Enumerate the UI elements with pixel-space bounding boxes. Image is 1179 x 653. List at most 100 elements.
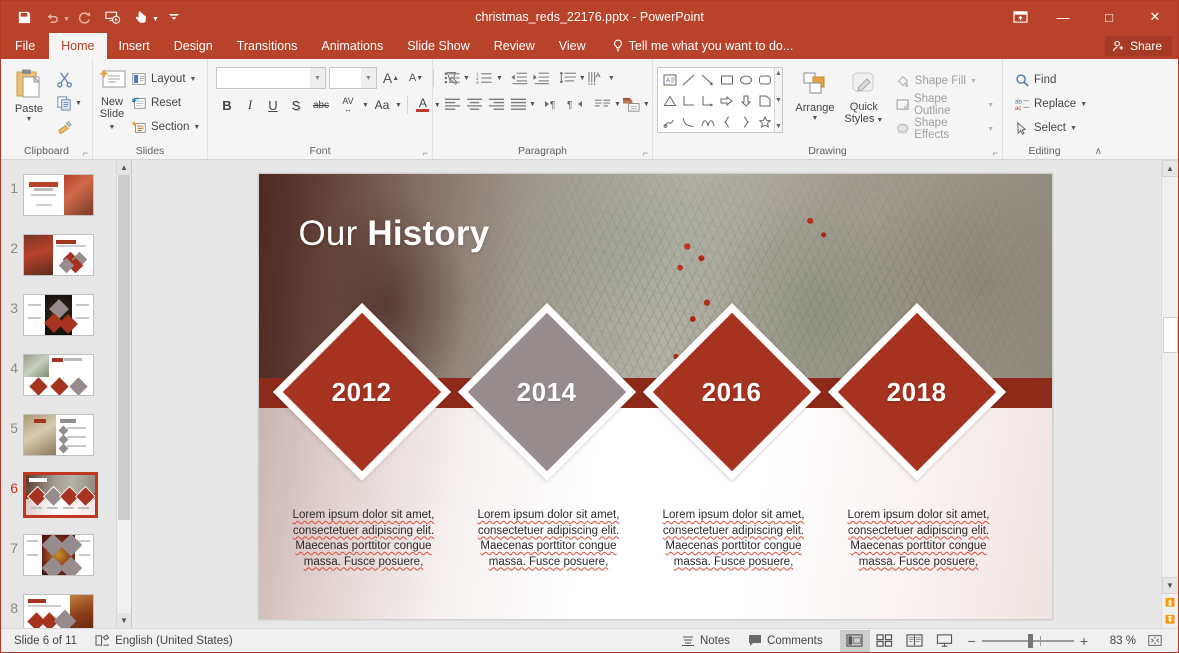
text-shadow-button[interactable]: S — [285, 94, 307, 116]
font-dialog-launcher-icon[interactable]: ⌐ — [423, 145, 428, 161]
paragraph-dialog-launcher-icon[interactable]: ⌐ — [643, 145, 648, 161]
shape-right-arrow-icon[interactable] — [717, 90, 736, 111]
zoom-in-button[interactable]: + — [1080, 633, 1088, 649]
align-right-button[interactable] — [485, 93, 507, 115]
slide-thumbnail-5[interactable] — [23, 414, 94, 456]
center-button[interactable] — [463, 93, 485, 115]
shape-arc-icon[interactable] — [698, 111, 717, 132]
line-spacing-button[interactable] — [557, 67, 579, 89]
tab-review[interactable]: Review — [482, 33, 547, 59]
list-item[interactable]: 1 — [1, 166, 131, 226]
find-button[interactable]: Find — [1011, 68, 1060, 92]
language-status[interactable]: English (United States) — [86, 630, 242, 652]
shape-outline-dropdown-icon[interactable]: ▼ — [987, 102, 994, 109]
scrollbar-handle[interactable] — [1162, 317, 1178, 353]
quick-styles-dropdown-icon[interactable]: ▼ — [874, 117, 883, 124]
decrease-indent-button[interactable] — [508, 67, 530, 89]
slide-thumbnail-8[interactable] — [23, 594, 94, 628]
text-direction-dropdown-icon[interactable]: ▼ — [608, 75, 615, 82]
character-spacing-button[interactable]: AV ↔ — [335, 94, 361, 116]
slide-counter[interactable]: Slide 6 of 11 — [5, 630, 86, 652]
gallery-expand-icon[interactable]: ▼ — [775, 123, 782, 130]
slide-show-view-button[interactable] — [930, 630, 960, 652]
redo-icon[interactable] — [72, 5, 98, 29]
increase-indent-button[interactable] — [530, 67, 552, 89]
tab-design[interactable]: Design — [162, 33, 225, 59]
shape-scribble-icon[interactable] — [660, 111, 679, 132]
shape-effects-dropdown-icon[interactable]: ▼ — [987, 126, 994, 133]
zoom-slider-control[interactable]: − + — [960, 633, 1096, 649]
undo-dropdown-icon[interactable]: ▼ — [63, 16, 70, 23]
notes-button[interactable]: Notes — [672, 630, 739, 652]
fit-slide-to-window-button[interactable] — [1140, 630, 1170, 652]
list-item[interactable]: 6 — [1, 466, 131, 526]
collapse-ribbon-button[interactable]: ∧ — [1095, 146, 1102, 157]
shape-gallery[interactable]: A ▲ ▼ ▼ — [657, 67, 783, 133]
tab-file[interactable]: File — [1, 33, 49, 59]
shape-left-brace-icon[interactable] — [717, 111, 736, 132]
tab-slide-show[interactable]: Slide Show — [395, 33, 482, 59]
line-spacing-dropdown-icon[interactable]: ▼ — [579, 75, 586, 82]
zoom-out-button[interactable]: − — [968, 633, 976, 649]
ltr-button[interactable]: ¶ — [542, 93, 564, 115]
slide-thumbnail-3[interactable] — [23, 294, 94, 336]
shape-oval-icon[interactable] — [736, 69, 755, 90]
start-from-beginning-icon[interactable] — [100, 5, 126, 29]
smartart-dropdown-icon[interactable]: ▼ — [643, 101, 650, 108]
tab-transitions[interactable]: Transitions — [225, 33, 310, 59]
milestone-caption-2012[interactable]: Lorem ipsum dolor sit amet, consectetuer… — [284, 508, 444, 570]
character-spacing-dropdown-icon[interactable]: ▼ — [362, 102, 369, 109]
format-painter-button[interactable] — [53, 116, 75, 138]
bullets-button[interactable] — [441, 67, 463, 89]
decrease-font-size-button[interactable]: A ▼ — [405, 67, 427, 89]
shape-down-arrow-icon[interactable] — [736, 90, 755, 111]
list-item[interactable]: 2 — [1, 226, 131, 286]
tab-insert[interactable]: Insert — [107, 33, 162, 59]
bullets-dropdown-icon[interactable]: ▼ — [463, 75, 470, 82]
next-slide-button[interactable]: ⏬ — [1162, 611, 1179, 628]
shape-elbow-connector-icon[interactable] — [679, 90, 698, 111]
align-left-button[interactable] — [441, 93, 463, 115]
gallery-scroll-up-icon[interactable]: ▲ — [775, 70, 782, 77]
milestone-caption-2016[interactable]: Lorem ipsum dolor sit amet, consectetuer… — [654, 508, 814, 570]
slide-thumbnail-7[interactable] — [23, 534, 94, 576]
thumbnail-scrollbar[interactable]: ▲ ▼ — [116, 160, 131, 628]
shape-pentagon-icon[interactable] — [755, 90, 774, 111]
shape-star-icon[interactable] — [755, 111, 774, 132]
shape-triangle-icon[interactable] — [660, 90, 679, 111]
list-item[interactable]: 8 — [1, 586, 131, 628]
gallery-scroll-down-icon[interactable]: ▼ — [775, 97, 782, 104]
customize-qat-icon[interactable] — [161, 5, 187, 29]
thumbnail-scroll-down-icon[interactable]: ▼ — [117, 613, 131, 628]
milestone-caption-2018[interactable]: Lorem ipsum dolor sit amet, consectetuer… — [839, 508, 999, 570]
close-button[interactable]: ✕ — [1132, 1, 1178, 33]
slide-thumbnail-2[interactable] — [23, 234, 94, 276]
replace-button[interactable]: ab ac Replace ▼ — [1011, 92, 1091, 116]
reading-view-button[interactable] — [900, 630, 930, 652]
slide-title[interactable]: Our History — [299, 214, 490, 254]
slide-thumbnail-4[interactable] — [23, 354, 94, 396]
shape-outline-button[interactable]: Shape Outline ▼ — [891, 93, 998, 117]
drawing-dialog-launcher-icon[interactable]: ⌐ — [993, 145, 998, 161]
normal-view-button[interactable] — [839, 629, 870, 652]
layout-dropdown-icon[interactable]: ▼ — [190, 76, 197, 83]
tab-view[interactable]: View — [547, 33, 598, 59]
section-button[interactable]: Section ▼ — [127, 115, 204, 139]
list-item[interactable]: 7 — [1, 526, 131, 586]
slide-vertical-scrollbar[interactable]: ▲ ▼ ⏫ ⏬ — [1161, 160, 1178, 628]
tab-animations[interactable]: Animations — [309, 33, 395, 59]
scroll-up-icon[interactable]: ▲ — [1161, 160, 1178, 177]
new-slide-dropdown-icon[interactable]: ▼ — [109, 124, 116, 131]
undo-icon[interactable] — [39, 5, 65, 29]
scroll-down-icon[interactable]: ▼ — [1161, 577, 1178, 594]
select-dropdown-icon[interactable]: ▼ — [1070, 125, 1077, 132]
text-direction-button[interactable]: A — [586, 67, 608, 89]
zoom-level-label[interactable]: 83 % — [1096, 635, 1136, 647]
minimize-button[interactable]: — — [1040, 1, 1086, 33]
shape-fill-button[interactable]: Shape Fill ▼ — [891, 69, 998, 93]
tell-me-box[interactable]: Tell me what you want to do... — [598, 33, 804, 59]
shape-effects-button[interactable]: Shape Effects ▼ — [891, 117, 998, 141]
previous-slide-button[interactable]: ⏫ — [1162, 594, 1179, 611]
tab-home[interactable]: Home — [49, 33, 107, 59]
numbering-dropdown-icon[interactable]: ▼ — [496, 75, 503, 82]
